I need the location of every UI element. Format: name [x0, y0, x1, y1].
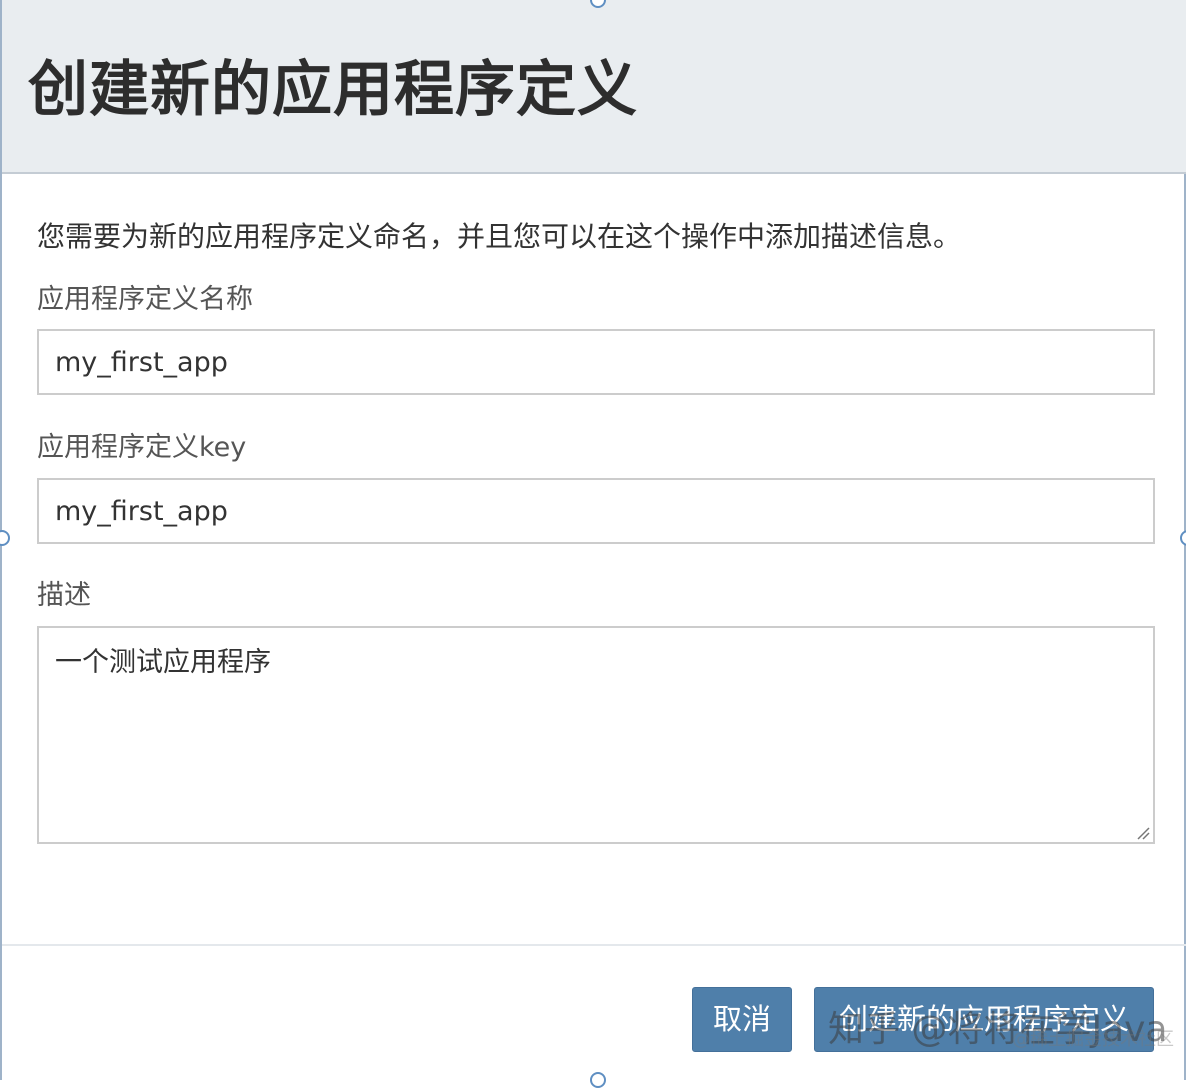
selection-handle-left[interactable] [0, 530, 10, 546]
key-field-label: 应用程序定义key [37, 432, 247, 463]
create-app-definition-dialog: 创建新的应用程序定义 您需要为新的应用程序定义命名，并且您可以在这个操作中添加描… [0, 0, 1186, 1088]
app-name-input[interactable] [37, 329, 1155, 395]
dialog-header: 创建新的应用程序定义 [2, 0, 1186, 174]
watermark-subtext: @稀土掘金技术社区 [1012, 1029, 1174, 1050]
name-field-label: 应用程序定义名称 [37, 284, 253, 315]
selection-handle-bottom[interactable] [590, 1072, 606, 1088]
footer-divider [2, 944, 1186, 946]
cancel-button[interactable]: 取消 [692, 987, 792, 1052]
dialog-title: 创建新的应用程序定义 [28, 55, 638, 125]
description-textarea[interactable]: 一个测试应用程序 [37, 626, 1155, 844]
dialog-intro-text: 您需要为新的应用程序定义命名，并且您可以在这个操作中添加描述信息。 [37, 220, 962, 253]
resize-grip-icon[interactable] [1136, 826, 1150, 840]
selection-handle-right[interactable] [1180, 530, 1186, 546]
app-key-input[interactable] [37, 478, 1155, 544]
description-field-label: 描述 [37, 580, 91, 611]
